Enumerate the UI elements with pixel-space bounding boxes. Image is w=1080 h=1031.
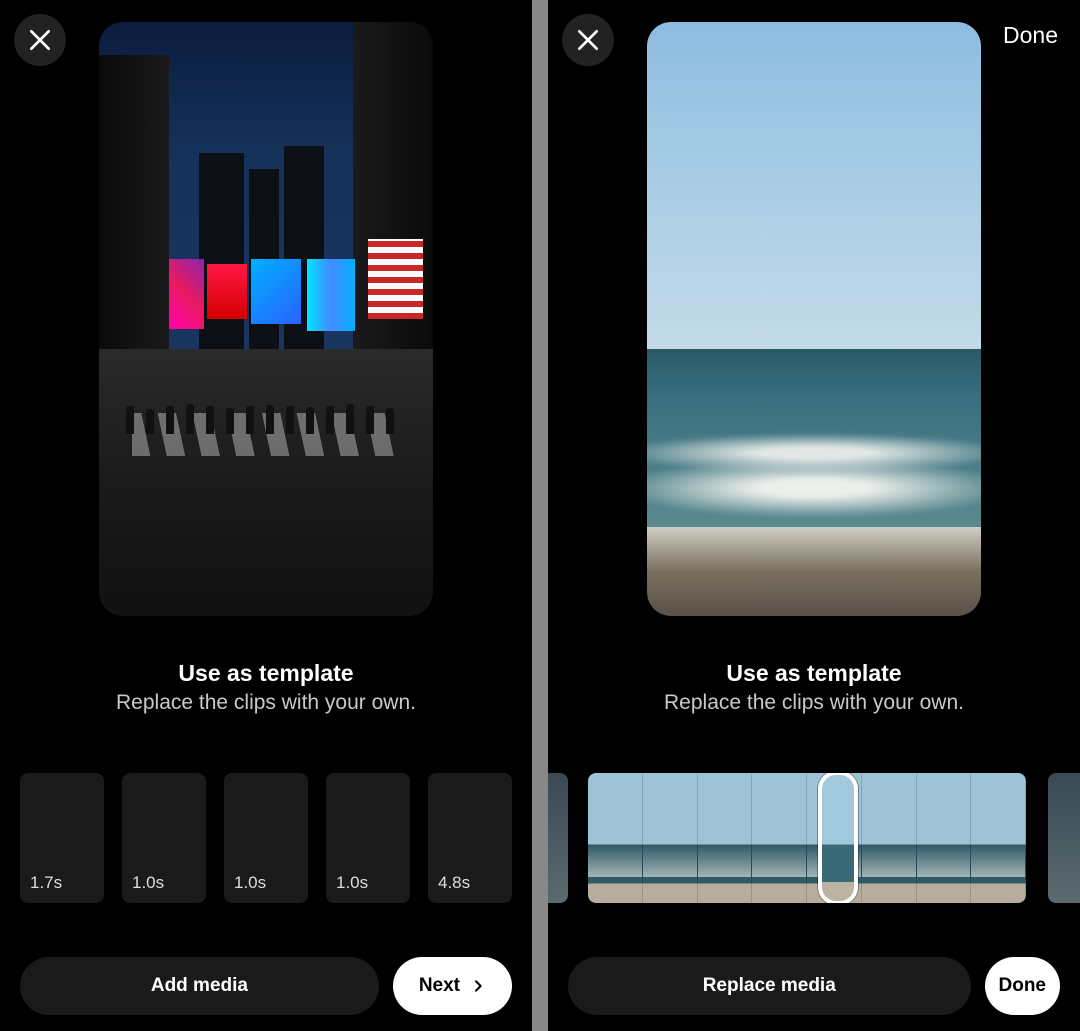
clip-slot[interactable]: 1.0s <box>122 773 206 903</box>
template-preview[interactable] <box>647 22 981 616</box>
filmstrip-next-clip[interactable] <box>1048 773 1080 903</box>
button-label: Done <box>999 975 1047 997</box>
clip-duration: 1.0s <box>132 873 164 893</box>
bottom-bar: Add media Next <box>20 957 512 1015</box>
close-icon <box>27 27 53 53</box>
bottom-bar: Replace media Done <box>568 957 1060 1015</box>
filmstrip-prev-clip[interactable] <box>548 773 568 903</box>
filmstrip-scrubber[interactable] <box>588 773 1026 903</box>
button-label: Add media <box>151 975 248 997</box>
template-preview[interactable] <box>99 22 433 616</box>
template-subtitle: Replace the clips with your own. <box>548 691 1080 715</box>
next-button[interactable]: Next <box>393 957 512 1015</box>
clip-slot[interactable]: 4.8s <box>428 773 512 903</box>
button-label: Next <box>419 975 460 997</box>
button-label: Replace media <box>703 975 836 997</box>
replace-media-button[interactable]: Replace media <box>568 957 971 1015</box>
clip-slot[interactable]: 1.0s <box>224 773 308 903</box>
template-empty-screen: Use as template Replace the clips with y… <box>0 0 532 1031</box>
clip-duration: 1.0s <box>336 873 368 893</box>
clip-slot[interactable]: 1.7s <box>20 773 104 903</box>
template-title: Use as template <box>548 660 1080 687</box>
close-icon <box>575 27 601 53</box>
done-button[interactable]: Done <box>985 957 1061 1015</box>
preview-container <box>548 0 1080 616</box>
clip-duration: 1.0s <box>234 873 266 893</box>
template-subtitle: Replace the clips with your own. <box>0 691 532 715</box>
template-text: Use as template Replace the clips with y… <box>0 660 532 715</box>
close-button[interactable] <box>562 14 614 66</box>
preview-container <box>0 0 532 616</box>
add-media-button[interactable]: Add media <box>20 957 379 1015</box>
clip-slots-row: 1.7s 1.0s 1.0s 1.0s 4.8s <box>0 773 532 903</box>
clip-duration: 1.7s <box>30 873 62 893</box>
scrub-handle[interactable] <box>818 773 858 903</box>
chevron-right-icon <box>470 978 486 994</box>
clip-duration: 4.8s <box>438 873 470 893</box>
screen-divider <box>532 0 548 1031</box>
button-label: Done <box>1003 22 1058 48</box>
filmstrip-container <box>548 773 1080 903</box>
done-top-button[interactable]: Done <box>1003 22 1058 49</box>
template-replace-screen: Done Use as template Replace the clips w… <box>548 0 1080 1031</box>
clip-slot[interactable]: 1.0s <box>326 773 410 903</box>
template-text: Use as template Replace the clips with y… <box>548 660 1080 715</box>
template-title: Use as template <box>0 660 532 687</box>
close-button[interactable] <box>14 14 66 66</box>
